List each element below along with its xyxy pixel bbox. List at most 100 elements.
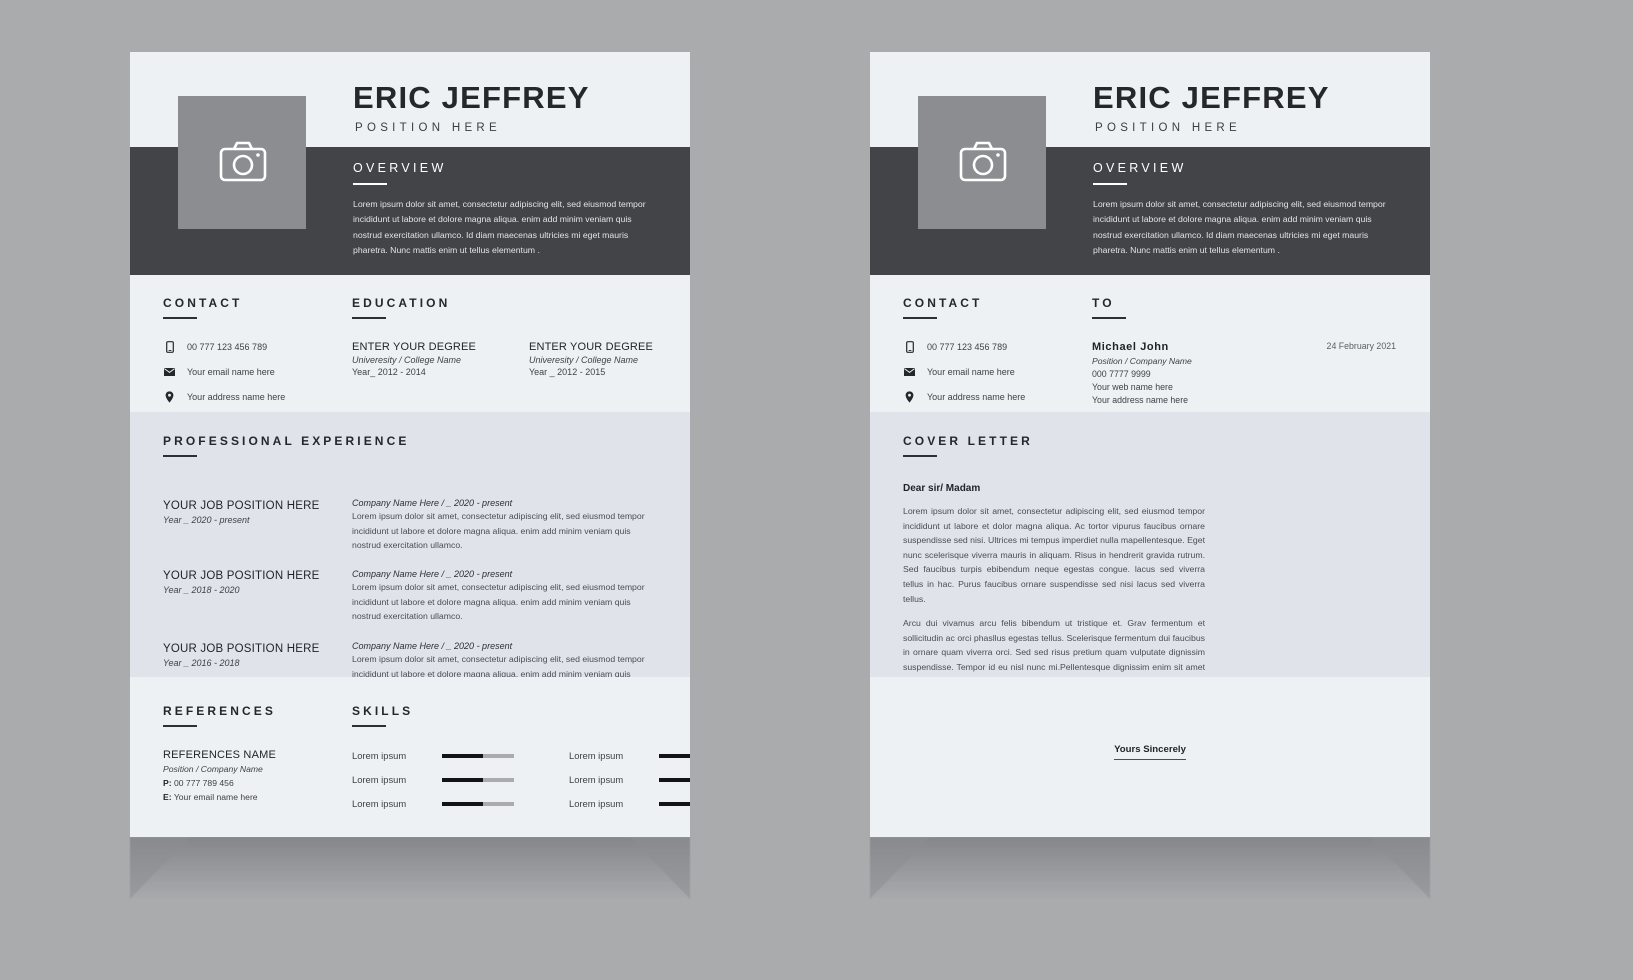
overview-body: Lorem ipsum dolor sit amet, consectetur … [353,199,646,255]
avatar[interactable] [178,96,306,229]
cover-page-shadow [870,837,1430,899]
education-rule [352,317,386,319]
contact-rule [903,317,937,319]
envelope-icon [163,368,176,376]
education-entry: ENTER YOUR DEGREE Univeresity / College … [529,341,653,377]
skill-bar-fill [442,753,484,758]
cover-letter-rule [903,455,937,457]
experience-position: YOUR JOB POSITION HERE [163,643,320,655]
references-rule [163,725,197,727]
skills-column-right: Lorem ipsum Lorem ipsum Lorem ipsum [569,750,690,822]
overview-rule [353,183,387,185]
cover-letter-band: COVER LETTER Dear sir/ Madam Lorem ipsum… [870,412,1430,730]
skill-bar [659,777,690,782]
reference-position: Position / Company Name [163,764,263,774]
letter-greeting: Dear sir/ Madam [903,483,981,494]
experience-year: Year _ 2018 - 2020 [163,585,240,595]
experience-band: PROFESSIONAL EXPERIENCE YOUR JOB POSITIO… [130,412,690,693]
contact-item-email[interactable]: Your email name here [903,367,1025,377]
cover-letter-heading: COVER LETTER [903,434,1033,448]
overview-rule [1093,183,1127,185]
experience-year: Year _ 2016 - 2018 [163,658,240,668]
education-year: Year_ 2012 - 2014 [352,367,426,377]
recipient-position: Position / Company Name [1092,356,1192,366]
experience-entry: YOUR JOB POSITION HERE Year _ 2020 - pre… [163,500,319,525]
overview-body: Lorem ipsum dolor sit amet, consectetur … [1093,199,1386,255]
letter-paragraph: Lorem ipsum dolor sit amet, consectetur … [903,506,1205,604]
skill-bar-fill [659,777,690,782]
references-section: REFERENCES REFERENCES NAME Position / Co… [163,704,276,802]
contact-item-phone[interactable]: 00 777 123 456 789 [163,341,285,353]
avatar[interactable] [918,96,1046,229]
skills-columns: Lorem ipsum Lorem ipsum Lorem ipsum Lore… [352,750,690,822]
contact-list: 00 777 123 456 789 Your email name here [903,341,1025,403]
education-entries: ENTER YOUR DEGREE Univeresity / College … [352,341,653,377]
recipient-address: Your address name here [1092,395,1189,405]
position-subtitle: POSITION HERE [1095,122,1241,134]
recipient-heading: TO [1092,296,1115,310]
skill-item: Lorem ipsum [569,774,690,785]
skill-item: Lorem ipsum [352,798,514,809]
contact-item-address[interactable]: Your address name here [903,391,1025,403]
education-degree: ENTER YOUR DEGREE [528,341,653,353]
skill-bar [659,801,690,806]
recipient-rule [1092,317,1126,319]
experience-company: Company Name Here / _ 2020 - present [352,569,513,579]
reference-email: E: Your email name here [163,792,276,802]
shadow-wedge-left [130,837,190,899]
contact-item-phone[interactable]: 00 777 123 456 789 [903,341,1025,353]
experience-rule [163,455,197,457]
reference-name: REFERENCES NAME [163,749,277,761]
skill-bar-fill [659,753,690,758]
contact-section: CONTACT 00 777 123 456 789 Your email na… [903,296,1025,417]
skill-bar [659,753,690,758]
skills-heading: SKILLS [352,704,414,718]
contact-item-email[interactable]: Your email name here [163,367,285,377]
recipient-phone: 000 7777 9999 [1092,369,1151,379]
skill-label: Lorem ipsum [569,774,624,785]
experience-description: Lorem ipsum dolor sit amet, consectetur … [352,511,645,551]
shadow-wedge-right [630,837,690,899]
resume-contact-education-band: CONTACT 00 777 123 456 789 Your email na… [130,275,690,412]
experience-entry: YOUR JOB POSITION HERE Year _ 2016 - 201… [163,643,319,668]
education-year: Year _ 2012 - 2015 [528,367,606,377]
experience-entry: YOUR JOB POSITION HERE Year _ 2018 - 202… [163,570,319,595]
skill-label: Lorem ipsum [352,750,407,761]
experience-entry-detail: Company Name Here / _ 2020 - present Lor… [352,498,652,553]
overview-heading: OVERVIEW [353,161,447,175]
signature-band: Yours Sincerely [870,677,1430,837]
phone-icon [163,341,176,353]
contact-phone-value: 00 777 123 456 789 [187,342,268,352]
experience-position: YOUR JOB POSITION HERE [163,500,320,512]
skills-rule [352,725,386,727]
reference-email-label: E: [163,792,172,802]
skill-label: Lorem ipsum [569,798,624,809]
recipient-details: 24 February 2021 Michael John Position /… [1092,341,1430,405]
wallpaper: ERIC JEFFREY POSITION HERE OVERVIEW Lore… [0,0,1633,980]
reference-phone-value: 00 777 789 456 [173,778,234,788]
location-pin-icon [903,391,916,403]
position-subtitle: POSITION HERE [355,122,501,134]
skill-item: Lorem ipsum [569,798,690,809]
cover-letter-page: ERIC JEFFREY POSITION HERE OVERVIEW Lore… [870,52,1430,837]
camera-icon [959,141,1007,182]
references-heading: REFERENCES [163,704,277,718]
shadow-wedge-left [870,837,930,899]
experience-section: PROFESSIONAL EXPERIENCE [163,434,409,457]
experience-company: Company Name Here / _ 2020 - present [352,498,513,508]
resume-page: ERIC JEFFREY POSITION HERE OVERVIEW Lore… [130,52,690,837]
skill-bar [442,753,514,758]
recipient-web: Your web name here [1092,382,1173,392]
skill-item: Lorem ipsum [569,750,690,761]
skill-bar [442,777,514,782]
experience-company: Company Name Here / _ 2020 - present [352,641,513,651]
envelope-icon [903,368,916,376]
contact-section: CONTACT 00 777 123 456 789 Your email na… [163,296,285,417]
recipient-section: TO 24 February 2021 Michael John Positio… [1092,296,1430,405]
education-section: EDUCATION ENTER YOUR DEGREE Univeresity … [352,296,653,377]
reference-phone-label: P: [163,778,172,788]
contact-item-address[interactable]: Your address name here [163,391,285,403]
skill-bar-fill [442,801,484,806]
cover-contact-to-band: CONTACT 00 777 123 456 789 Your email na… [870,275,1430,412]
experience-description: Lorem ipsum dolor sit amet, consectetur … [352,582,645,622]
